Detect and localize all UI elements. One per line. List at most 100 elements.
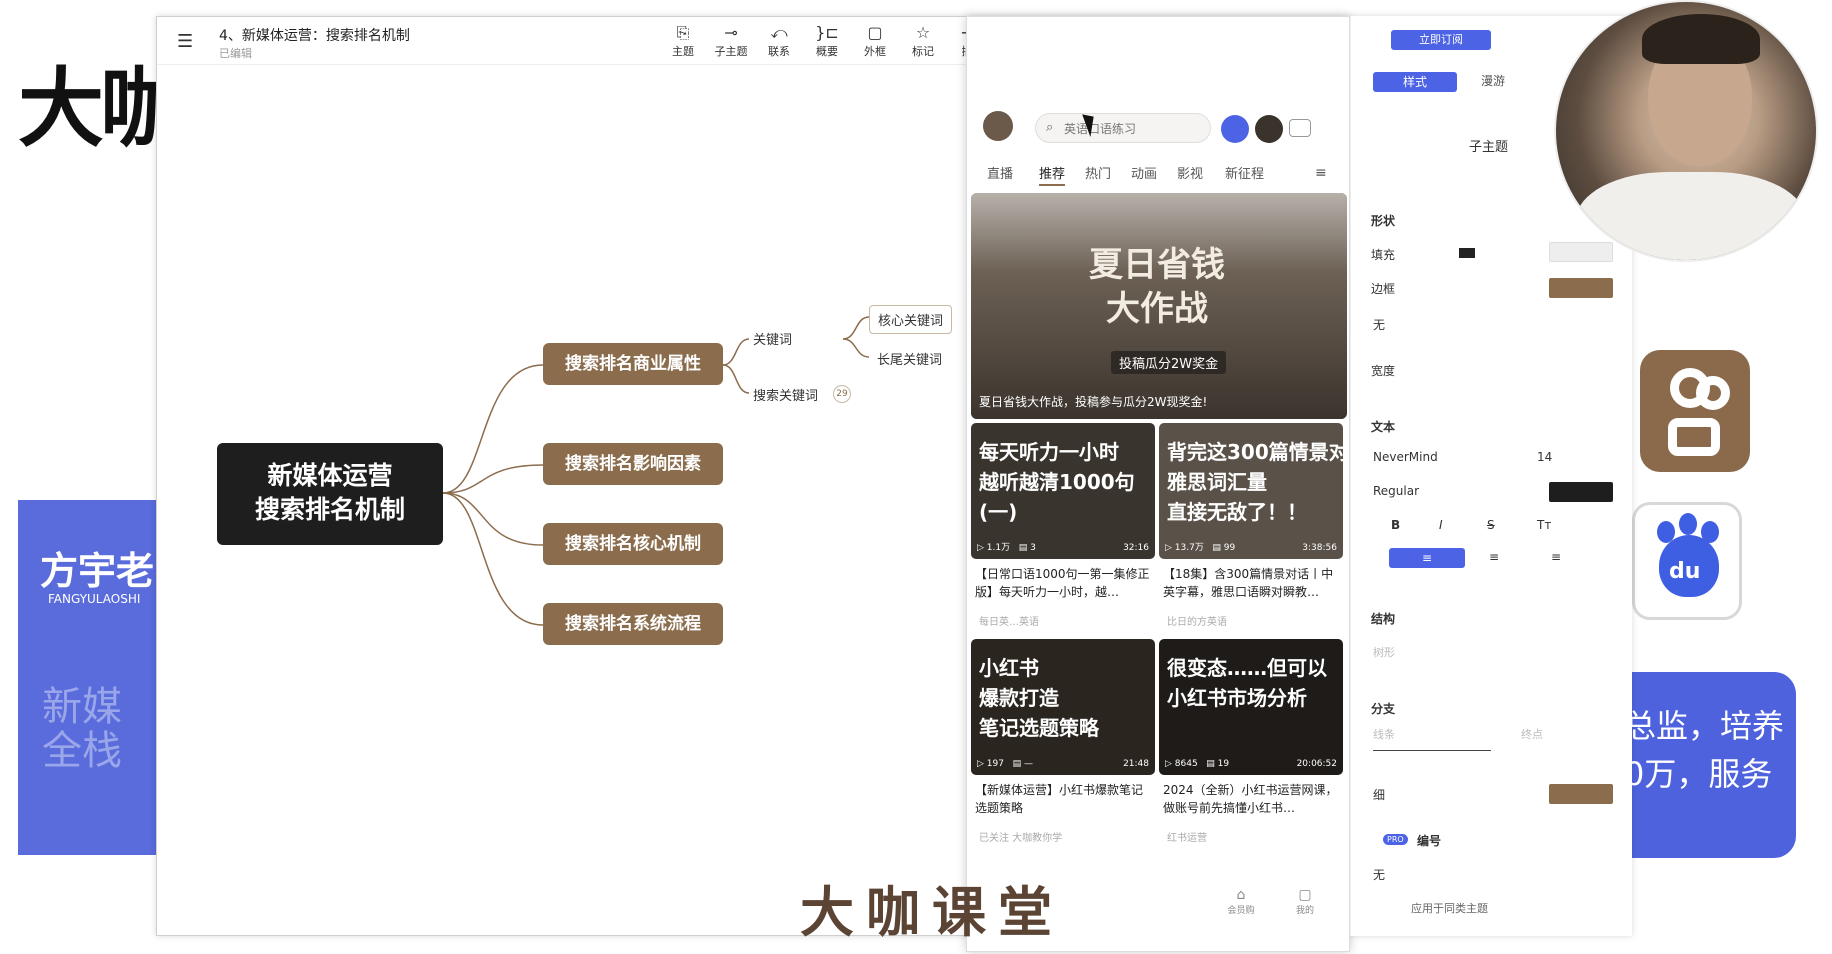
- font-weight-select[interactable]: Regular: [1373, 484, 1419, 498]
- fill-color-picker[interactable]: [1459, 248, 1475, 258]
- video-thumbnail[interactable]: 每天听力一小时 越听越清1000句 (一) ▷ 1.1万 ▤ 3 32:16: [971, 423, 1155, 559]
- background-teacher-card: 方宇老 FANGYULAOSHI 新媒 全栈: [18, 500, 168, 855]
- video-title[interactable]: 2024（全新）小红书运营网课，做账号前先搞懂小红书…: [1163, 781, 1341, 817]
- teacher-name: 方宇老: [40, 549, 155, 593]
- video-author[interactable]: 比日的方英语: [1167, 613, 1227, 628]
- phone-tab-4[interactable]: 影视: [1177, 163, 1203, 182]
- root-topic[interactable]: 新媒体运营 搜索排名机制: [217, 443, 443, 545]
- tab-map[interactable]: 漫游: [1481, 72, 1505, 89]
- text-case-button[interactable]: Tт: [1537, 518, 1551, 532]
- nav-vip-shop[interactable]: ⌂ 会员购: [1221, 887, 1261, 916]
- view-count: 8645: [1174, 759, 1198, 769]
- search-input[interactable]: ⌕ 英语口语练习: [1035, 113, 1211, 143]
- phone-tab-1[interactable]: 推荐: [1039, 163, 1066, 186]
- line-style-select[interactable]: [1373, 750, 1491, 751]
- line-thickness-select[interactable]: 细: [1373, 786, 1385, 803]
- search-icon: ⌕: [1046, 120, 1054, 135]
- line-label: 线条: [1373, 728, 1395, 741]
- align-left-button[interactable]: ≡: [1389, 548, 1465, 568]
- more-tabs-icon[interactable]: ≡: [1315, 165, 1327, 181]
- phone-tab-0[interactable]: 直播: [987, 163, 1013, 182]
- video-author[interactable]: 已关注 大咖教你学: [979, 829, 1062, 844]
- align-right-button[interactable]: ≡: [1551, 550, 1561, 564]
- banner-heading: 夏日省钱 大作战: [1089, 243, 1225, 331]
- branch-color-swatch[interactable]: [1549, 784, 1613, 804]
- branch-topic-flow[interactable]: 搜索排名系统流程: [543, 603, 723, 645]
- shape-section-label[interactable]: 形状: [1371, 212, 1395, 229]
- banner-heading-main: 大作战: [1106, 289, 1208, 329]
- video-thumbnail[interactable]: 小红书 爆款打造 笔记选题策略 ▷ 197 ▤ — 21:48: [971, 639, 1155, 775]
- numbering-value[interactable]: 无: [1373, 866, 1385, 883]
- end-label: 终点: [1521, 728, 1543, 741]
- subtopic-core-keyword[interactable]: 核心关键词: [869, 305, 953, 334]
- view-stats: ▷ 8645 ▤ 19: [1165, 759, 1230, 769]
- video-author[interactable]: 每日英…英语: [979, 613, 1039, 628]
- video-thumbnail[interactable]: 很变态……但可以 小红书市场分析 ▷ 8645 ▤ 19 20:06:52: [1159, 639, 1343, 775]
- message-icon[interactable]: [1289, 119, 1311, 137]
- user-avatar[interactable]: [983, 111, 1013, 141]
- video-card[interactable]: 每天听力一小时 越听越清1000句 (一) ▷ 1.1万 ▤ 3 32:16 【…: [971, 423, 1155, 633]
- branch-topic-core[interactable]: 搜索排名核心机制: [543, 523, 723, 565]
- nav-vip-shop-label: 会员购: [1227, 906, 1255, 916]
- search-placeholder: 英语口语练习: [1064, 122, 1137, 136]
- strikethrough-button[interactable]: S: [1487, 518, 1495, 532]
- thumbnail-text: 每天听力一小时 越听越清1000句 (一): [979, 440, 1135, 524]
- numbering-section-label[interactable]: 编号: [1417, 832, 1441, 849]
- video-title[interactable]: 【新媒体运营】小红书爆款笔记选题策略: [975, 781, 1153, 817]
- video-card[interactable]: 很变态……但可以 小红书市场分析 ▷ 8645 ▤ 19 20:06:52 20…: [1159, 639, 1343, 849]
- fill-label: 填充: [1371, 248, 1396, 262]
- video-title[interactable]: 【日常口语1000句一第一集修正版】每天听力一小时，越…: [975, 565, 1153, 601]
- align-center-button[interactable]: ≡: [1489, 550, 1499, 564]
- view-stats: ▷ 13.7万 ▤ 99: [1165, 543, 1236, 553]
- game-center-icon[interactable]: [1221, 115, 1249, 143]
- promo-banner[interactable]: 夏日省钱 大作战 投稿瓜分2W奖金 夏日省钱大作战，投稿参与瓜分2W现奖金!: [971, 193, 1347, 419]
- branch-section-label[interactable]: 分支: [1371, 700, 1395, 717]
- teacher-faded-text: 新媒 全栈: [42, 684, 122, 774]
- subscribe-button[interactable]: 立即订阅: [1391, 30, 1491, 50]
- structure-section-label[interactable]: 结构: [1371, 610, 1395, 627]
- comment-count: 19: [1217, 759, 1230, 769]
- nav-mine[interactable]: ▢ 我的: [1285, 887, 1325, 916]
- video-title[interactable]: 【18集】含300篇情景对话丨中英字幕，雅思口语瞬对瞬教…: [1163, 565, 1341, 601]
- border-color-swatch[interactable]: [1549, 278, 1613, 298]
- phone-app-window: ⌕ 英语口语练习 直播 推荐 热门 动画 影视 新征程 ≡ 夏日省钱 大作战 投稿瓜分2W…: [966, 16, 1350, 952]
- pro-badge: PRO: [1383, 834, 1408, 845]
- border-label: 边框: [1371, 282, 1396, 296]
- teacher-pinyin: FANGYULAOSHI: [48, 592, 141, 606]
- phone-tab-bar: 直播 推荐 热门 动画 影视 新征程: [987, 163, 1331, 189]
- italic-button[interactable]: I: [1439, 518, 1443, 532]
- branch-topic-factors[interactable]: 搜索排名影响因素: [543, 443, 723, 485]
- thumbnail-text: 背完这300篇情景对话 雅思词汇量 直接无敌了！！: [1167, 440, 1343, 524]
- collapsed-count-badge[interactable]: 29: [833, 385, 851, 403]
- video-thumbnail[interactable]: 背完这300篇情景对话 雅思词汇量 直接无敌了！！ ▷ 13.7万 ▤ 99 3…: [1159, 423, 1343, 559]
- apply-same-topics-link[interactable]: 应用于同类主题: [1411, 900, 1488, 916]
- comment-count: 3: [1030, 543, 1036, 553]
- nav-mine-label: 我的: [1295, 906, 1314, 916]
- live-avatar-icon[interactable]: [1255, 115, 1283, 143]
- thumbnail-text: 小红书 爆款打造 笔记选题策略: [979, 656, 1099, 740]
- branch-topic-commercial[interactable]: 搜索排名商业属性: [543, 343, 723, 385]
- baidu-icon: du: [1632, 502, 1742, 620]
- phone-tab-3[interactable]: 动画: [1131, 163, 1157, 182]
- video-author[interactable]: 红书运营: [1167, 829, 1207, 844]
- phone-tab-5[interactable]: 新征程: [1225, 163, 1264, 182]
- view-count: 1.1万: [986, 543, 1011, 553]
- border-value[interactable]: 无: [1373, 316, 1385, 333]
- font-family-select[interactable]: NeverMind: [1373, 450, 1438, 464]
- text-section-label[interactable]: 文本: [1371, 418, 1395, 435]
- subtopic-longtail-keyword[interactable]: 长尾关键词: [877, 349, 942, 368]
- video-card[interactable]: 小红书 爆款打造 笔记选题策略 ▷ 197 ▤ — 21:48 【新媒体运营】小…: [971, 639, 1155, 849]
- subtopic-search-keyword[interactable]: 搜索关键词: [753, 385, 818, 404]
- banner-caption: 夏日省钱大作战，投稿参与瓜分2W现奖金!: [979, 395, 1208, 409]
- banner-heading-top: 夏日省钱: [1089, 245, 1225, 285]
- node-type-label: 子主题: [1469, 140, 1509, 155]
- tab-style[interactable]: 样式: [1373, 72, 1457, 92]
- font-size-select[interactable]: 14: [1537, 450, 1552, 464]
- subtopic-keyword[interactable]: 关键词: [753, 329, 792, 348]
- video-card[interactable]: 背完这300篇情景对话 雅思词汇量 直接无敌了！！ ▷ 13.7万 ▤ 99 3…: [1159, 423, 1343, 633]
- video-duration: 32:16: [1123, 543, 1149, 553]
- text-color-swatch[interactable]: [1549, 482, 1613, 502]
- bold-button[interactable]: B: [1391, 518, 1400, 532]
- structure-value[interactable]: 树形: [1373, 644, 1395, 660]
- phone-tab-2[interactable]: 热门: [1085, 163, 1111, 182]
